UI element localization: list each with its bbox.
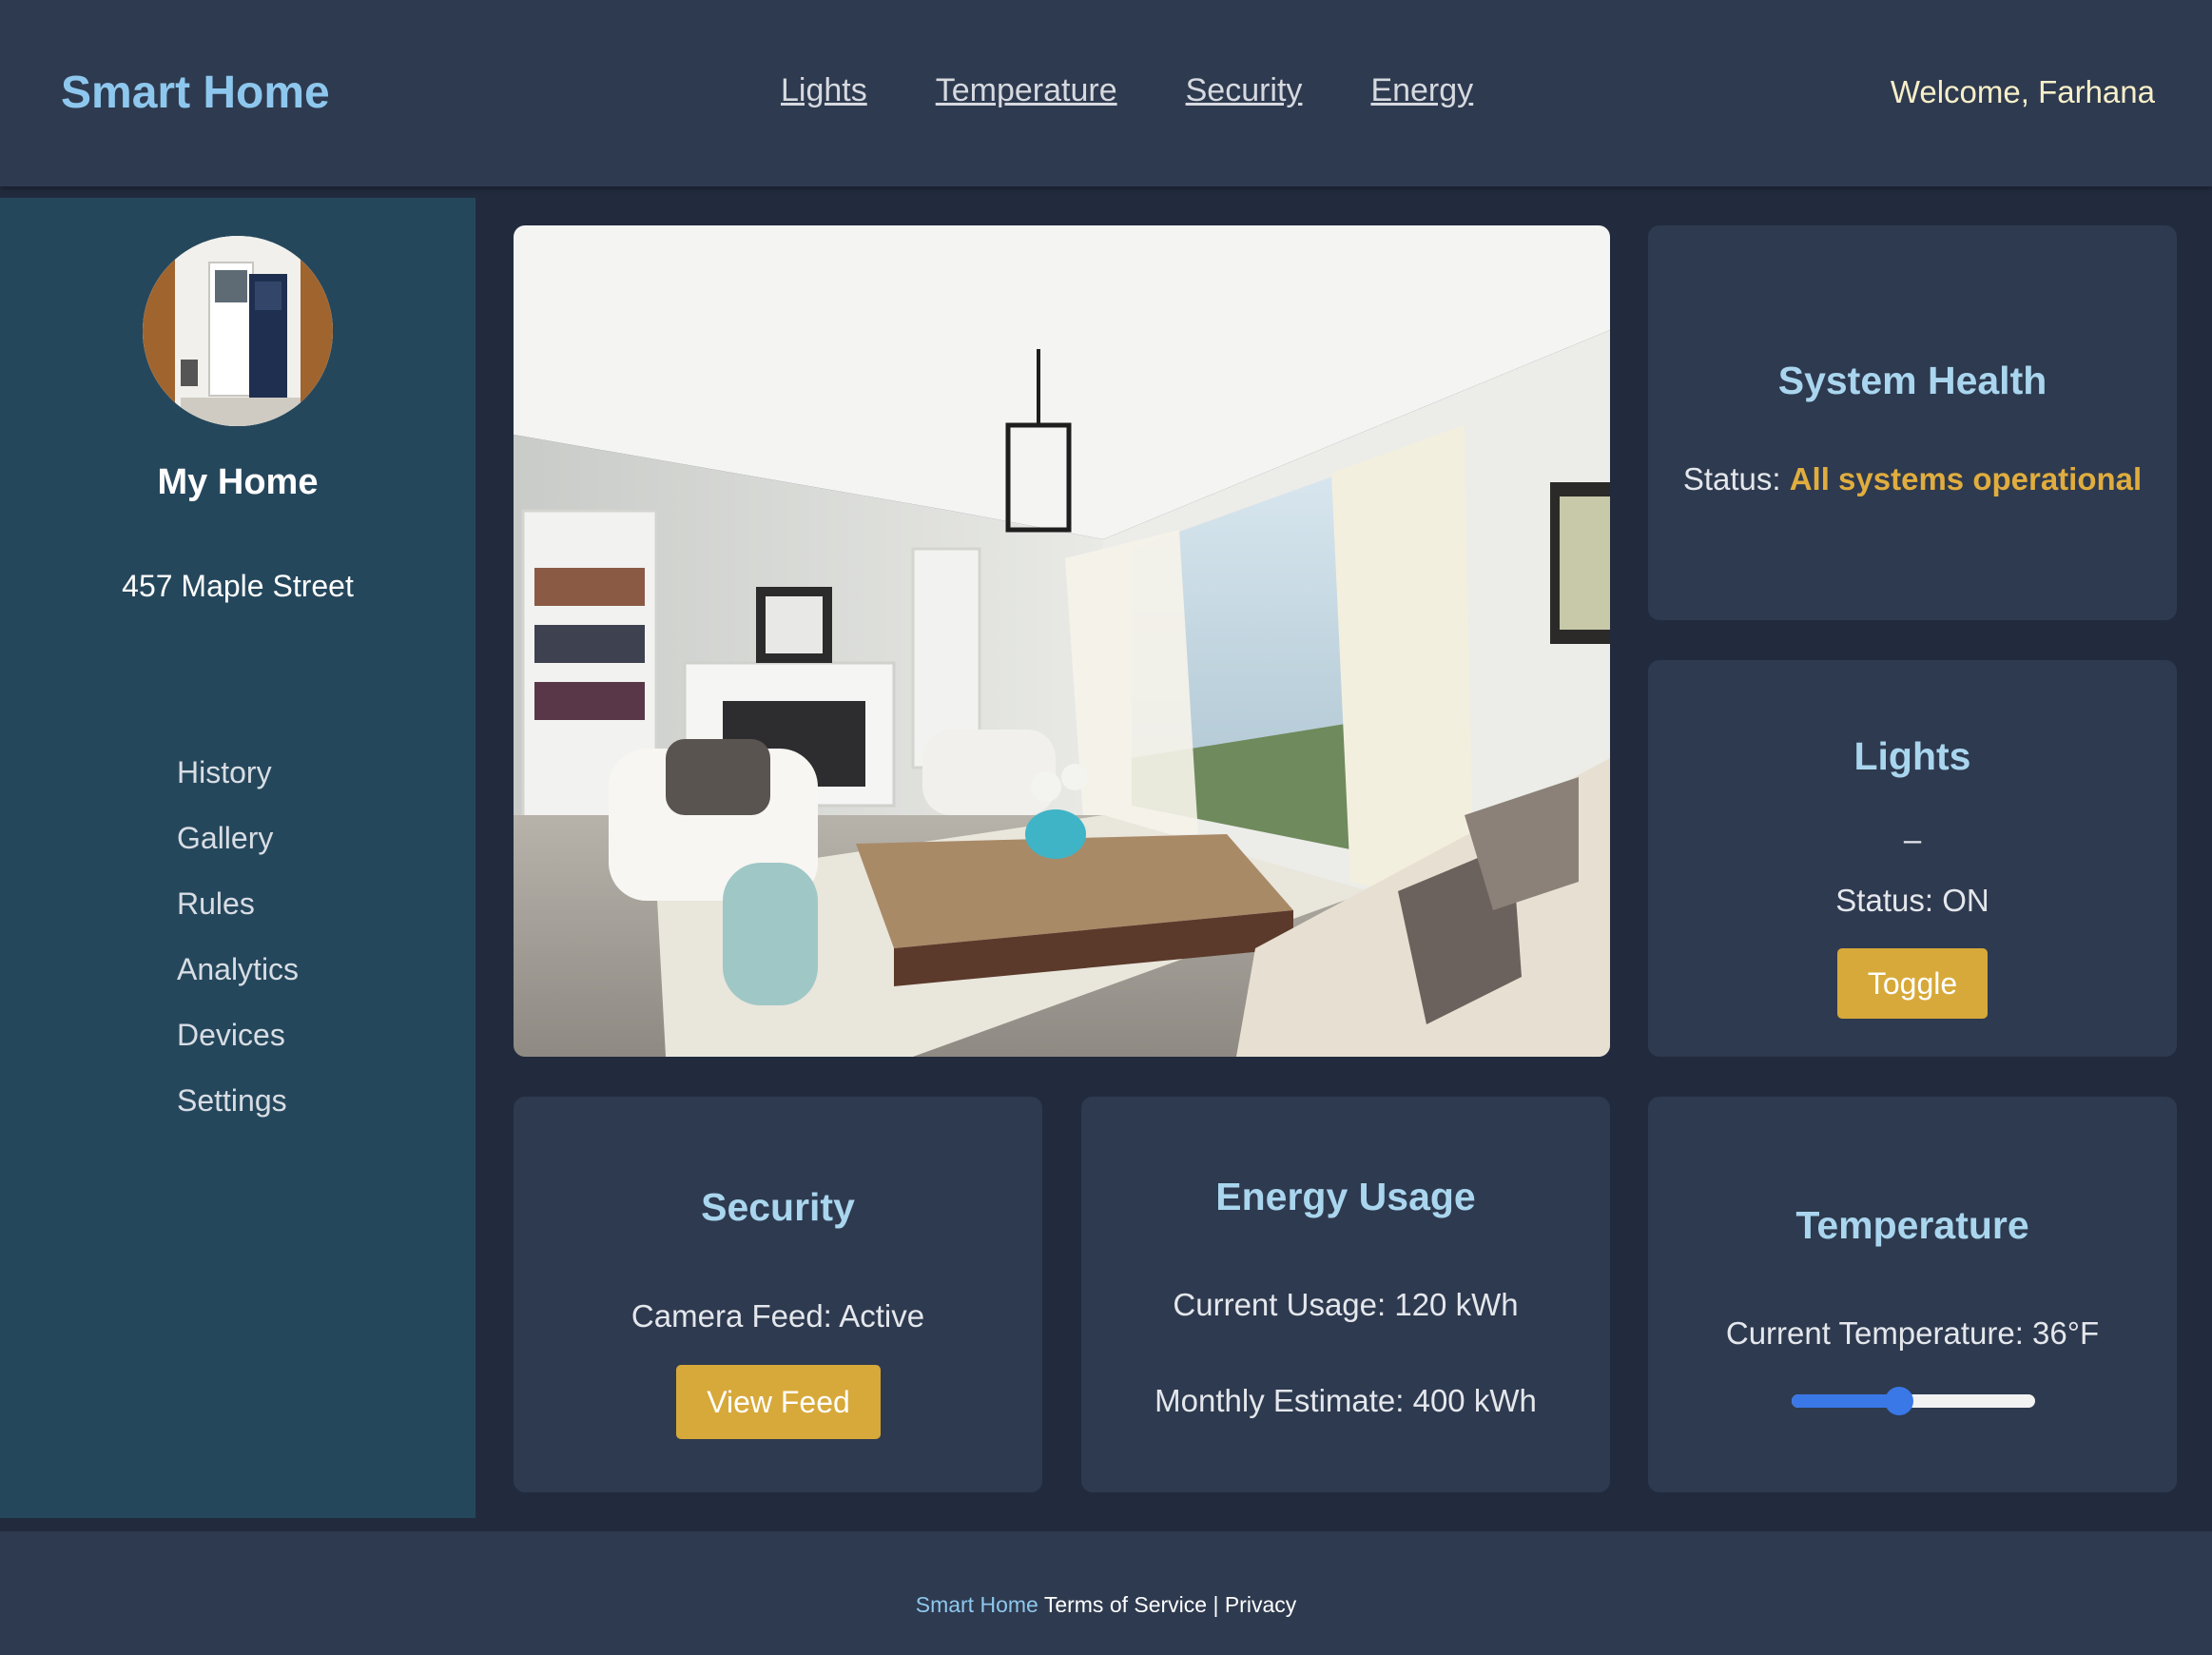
main-nav: Lights Temperature Security Energy: [781, 72, 1473, 109]
current-usage: Current Usage: 120 kWh: [1173, 1287, 1519, 1322]
home-address: 457 Maple Street: [122, 569, 354, 603]
sidebar-item-devices[interactable]: Devices: [177, 1018, 299, 1083]
footer: Smart Home Terms of Service | Privacy: [0, 1531, 2212, 1655]
temperature-title: Temperature: [1795, 1203, 2029, 1247]
sidebar-item-gallery[interactable]: Gallery: [177, 821, 299, 886]
home-avatar: [143, 236, 333, 426]
lights-title: Lights: [1853, 734, 1971, 778]
terms-of-service-link[interactable]: Terms of Service: [1044, 1592, 1207, 1617]
temperature-card: Temperature Current Temperature: 36°F: [1648, 1097, 2177, 1492]
privacy-link[interactable]: Privacy: [1225, 1592, 1296, 1617]
living-room-image: [514, 225, 1610, 1057]
system-health-title: System Health: [1777, 359, 2047, 402]
system-health-status-value: All systems operational: [1789, 461, 2143, 496]
footer-brand[interactable]: Smart Home: [916, 1592, 1038, 1617]
temperature-slider-thumb[interactable]: [1884, 1387, 1913, 1415]
system-health-status: Status: All systems operational: [1648, 461, 2177, 497]
lights-dash: –: [1903, 822, 1922, 857]
temperature-slider-fill: [1792, 1394, 1899, 1408]
view-feed-button[interactable]: View Feed: [676, 1365, 881, 1439]
toggle-lights-button[interactable]: Toggle: [1837, 948, 1988, 1019]
nav-link-security[interactable]: Security: [1186, 72, 1303, 109]
sidebar: My Home 457 Maple Street History Gallery…: [0, 198, 475, 1518]
brand-logo[interactable]: Smart Home: [61, 67, 330, 119]
welcome-message: Welcome, Farhana: [1890, 74, 2155, 109]
living-room-illustration: [514, 225, 1610, 1057]
nav-link-lights[interactable]: Lights: [781, 72, 867, 109]
footer-separator: |: [1213, 1592, 1219, 1617]
sidebar-item-analytics[interactable]: Analytics: [177, 952, 299, 1018]
lights-card: Lights – Status: ON Toggle: [1648, 660, 2177, 1057]
energy-usage-card: Energy Usage Current Usage: 120 kWh Mont…: [1081, 1097, 1610, 1492]
home-name: My Home: [157, 462, 319, 502]
system-health-status-label: Status:: [1682, 461, 1781, 496]
sidebar-item-history[interactable]: History: [177, 755, 299, 821]
nav-link-temperature[interactable]: Temperature: [936, 72, 1117, 109]
security-title: Security: [701, 1185, 855, 1229]
system-health-card: System Health Status: All systems operat…: [1648, 225, 2177, 620]
monthly-estimate: Monthly Estimate: 400 kWh: [1155, 1383, 1537, 1418]
sidebar-item-settings[interactable]: Settings: [177, 1083, 299, 1149]
lights-status: Status: ON: [1835, 883, 1989, 918]
sidebar-menu: History Gallery Rules Analytics Devices …: [177, 755, 299, 1149]
energy-usage-title: Energy Usage: [1215, 1175, 1476, 1218]
temperature-slider[interactable]: [1792, 1387, 2035, 1415]
sidebar-item-rules[interactable]: Rules: [177, 886, 299, 952]
top-header: Smart Home Lights Temperature Security E…: [0, 0, 2212, 186]
camera-feed-status: Camera Feed: Active: [631, 1298, 925, 1334]
nav-link-energy[interactable]: Energy: [1370, 72, 1473, 109]
security-card: Security Camera Feed: Active View Feed: [514, 1097, 1042, 1492]
current-temperature: Current Temperature: 36°F: [1725, 1315, 2100, 1351]
house-front-door-image: [143, 236, 333, 426]
footer-line: Smart Home Terms of Service | Privacy: [0, 1592, 2212, 1618]
